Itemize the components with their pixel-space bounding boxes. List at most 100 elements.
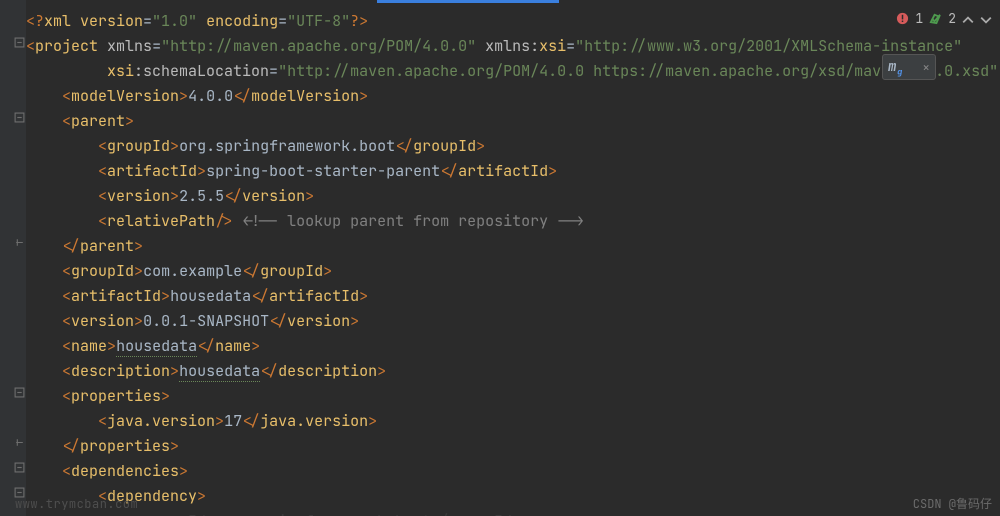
token: > bbox=[134, 236, 143, 256]
code-line[interactable]: <?xml version="1.0" encoding="UTF-8"?> bbox=[26, 9, 1000, 34]
code-line[interactable]: <groupId>org.springframework.boot</group… bbox=[26, 509, 1000, 516]
token: </ bbox=[197, 336, 215, 356]
code-line[interactable]: <dependencies> bbox=[26, 459, 1000, 484]
code-editor[interactable]: <?xml version="1.0" encoding="UTF-8"?><p… bbox=[26, 9, 1000, 516]
token bbox=[26, 136, 98, 156]
inspection-widget[interactable]: 1 2 bbox=[896, 10, 992, 27]
error-icon bbox=[896, 12, 909, 25]
token: = bbox=[269, 61, 278, 81]
token: parent bbox=[80, 236, 134, 256]
token: </ bbox=[269, 311, 287, 331]
token: version bbox=[71, 311, 134, 331]
token: <!-- lookup parent from repository --> bbox=[242, 211, 584, 231]
token: < bbox=[98, 411, 107, 431]
token: version bbox=[242, 186, 305, 206]
token: properties bbox=[71, 386, 161, 406]
token: > bbox=[305, 186, 314, 206]
token: name bbox=[215, 336, 251, 356]
fold-handle[interactable] bbox=[14, 112, 25, 123]
fold-handle[interactable] bbox=[14, 437, 25, 448]
token: < bbox=[62, 86, 71, 106]
token: < bbox=[98, 161, 107, 181]
token: xmlns bbox=[107, 36, 152, 56]
token bbox=[26, 61, 107, 81]
token: </ bbox=[251, 286, 269, 306]
token: < bbox=[62, 361, 71, 381]
token: > bbox=[359, 86, 368, 106]
token: < bbox=[62, 461, 71, 481]
token: > bbox=[197, 486, 206, 506]
token: xml version bbox=[44, 11, 143, 31]
tool-popup[interactable]: mg × bbox=[882, 54, 936, 80]
code-line[interactable]: <java.version>17</java.version> bbox=[26, 409, 1000, 434]
close-icon[interactable]: × bbox=[922, 59, 930, 76]
token: <? bbox=[26, 11, 44, 31]
token: parent bbox=[71, 111, 125, 131]
token: </ bbox=[440, 161, 458, 181]
token: encoding bbox=[206, 11, 278, 31]
token: > bbox=[377, 361, 386, 381]
code-line[interactable]: xsi:schemaLocation="http://maven.apache.… bbox=[26, 59, 1000, 84]
token: </ bbox=[242, 261, 260, 281]
token: > bbox=[323, 261, 332, 281]
token: > bbox=[179, 86, 188, 106]
token: "1.0" bbox=[152, 11, 197, 31]
code-line[interactable]: <artifactId>housedata</artifactId> bbox=[26, 284, 1000, 309]
code-line[interactable]: <parent> bbox=[26, 109, 1000, 134]
fold-handle[interactable] bbox=[14, 237, 25, 248]
token: < bbox=[26, 36, 35, 56]
code-line[interactable]: <project xmlns="http://maven.apache.org/… bbox=[26, 34, 1000, 59]
token: < bbox=[98, 186, 107, 206]
code-line[interactable]: </properties> bbox=[26, 434, 1000, 459]
token: > bbox=[170, 361, 179, 381]
code-line[interactable]: <groupId>org.springframework.boot</group… bbox=[26, 134, 1000, 159]
chevron-up-icon[interactable] bbox=[962, 13, 974, 25]
token: </ bbox=[260, 361, 278, 381]
code-line[interactable]: <version>2.5.5</version> bbox=[26, 184, 1000, 209]
code-line[interactable]: <modelVersion>4.0.0</modelVersion> bbox=[26, 84, 1000, 109]
token: </ bbox=[62, 236, 80, 256]
token bbox=[26, 286, 62, 306]
code-line[interactable]: <version>0.0.1-SNAPSHOT</version> bbox=[26, 309, 1000, 334]
token: < bbox=[62, 336, 71, 356]
token: 0.0.1-SNAPSHOT bbox=[143, 311, 269, 331]
token bbox=[26, 211, 98, 231]
active-tab-indicator bbox=[377, 0, 559, 3]
token: relativePath bbox=[107, 211, 215, 231]
token: dependencies bbox=[71, 461, 179, 481]
token bbox=[26, 436, 62, 456]
code-line[interactable]: <name>housedata</name> bbox=[26, 334, 1000, 359]
fold-handle[interactable] bbox=[14, 462, 25, 473]
fold-handle[interactable] bbox=[14, 37, 25, 48]
code-line[interactable]: <dependency> bbox=[26, 484, 1000, 509]
token: = bbox=[566, 36, 575, 56]
code-line[interactable]: </parent> bbox=[26, 234, 1000, 259]
token: artifactId bbox=[458, 161, 548, 181]
token: </ bbox=[62, 436, 80, 456]
token: housedata bbox=[179, 361, 260, 382]
token: = bbox=[278, 11, 287, 31]
code-line[interactable]: <properties> bbox=[26, 384, 1000, 409]
token: ?> bbox=[350, 11, 368, 31]
token: 4.0.0 bbox=[188, 86, 233, 106]
token: > bbox=[134, 311, 143, 331]
code-line[interactable]: <description>housedata</description> bbox=[26, 359, 1000, 384]
token: > bbox=[161, 286, 170, 306]
chevron-down-icon[interactable] bbox=[980, 13, 992, 25]
token: > bbox=[548, 161, 557, 181]
token bbox=[26, 86, 62, 106]
token: groupId bbox=[413, 136, 476, 156]
fold-handle[interactable] bbox=[14, 387, 25, 398]
tool-popup-icon: mg bbox=[888, 58, 896, 76]
token: artifactId bbox=[71, 286, 161, 306]
token bbox=[26, 461, 62, 481]
token: "http://maven.apache.org/POM/4.0.0" bbox=[161, 36, 476, 56]
token: /> bbox=[215, 211, 233, 231]
token: = bbox=[143, 11, 152, 31]
watermark-right: CSDN @鲁码仔 bbox=[913, 495, 992, 512]
code-line[interactable]: <relativePath/> <!-- lookup parent from … bbox=[26, 209, 1000, 234]
token: java.version bbox=[107, 411, 215, 431]
token: java.version bbox=[260, 411, 368, 431]
code-line[interactable]: <artifactId>spring-boot-starter-parent</… bbox=[26, 159, 1000, 184]
code-line[interactable]: <groupId>com.example</groupId> bbox=[26, 259, 1000, 284]
